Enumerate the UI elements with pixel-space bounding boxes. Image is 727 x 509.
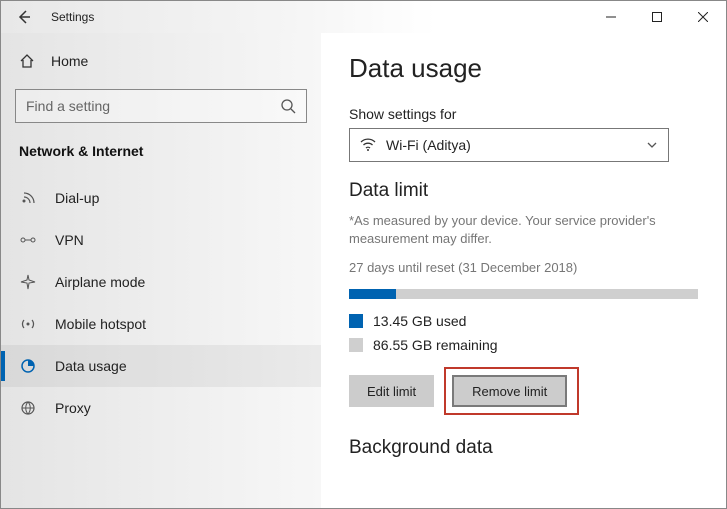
arrow-left-icon <box>16 9 32 25</box>
legend-remaining: 86.55 GB remaining <box>349 337 698 353</box>
search-box[interactable] <box>15 89 307 123</box>
back-button[interactable] <box>1 1 47 33</box>
nav-label: Proxy <box>55 400 91 416</box>
section-data-limit: Data limit <box>349 180 698 202</box>
sidebar-home[interactable]: Home <box>1 41 321 81</box>
vpn-icon <box>19 232 37 248</box>
show-settings-label: Show settings for <box>349 106 698 122</box>
swatch-remaining <box>349 338 363 352</box>
remove-limit-highlight: Remove limit <box>444 367 579 415</box>
dialup-icon <box>19 190 37 206</box>
proxy-icon <box>19 400 37 416</box>
sidebar-item-dialup[interactable]: Dial-up <box>1 177 321 219</box>
reset-text: 27 days until reset (31 December 2018) <box>349 260 698 275</box>
wifi-icon <box>360 138 376 152</box>
search-input[interactable] <box>26 98 280 114</box>
minimize-icon <box>606 12 616 22</box>
nav-label: Airplane mode <box>55 274 145 290</box>
sidebar-group-title: Network & Internet <box>1 137 321 177</box>
airplane-icon <box>19 274 37 290</box>
nav-label: Data usage <box>55 358 127 374</box>
sidebar-item-airplane[interactable]: Airplane mode <box>1 261 321 303</box>
hotspot-icon <box>19 316 37 332</box>
content-pane: Data usage Show settings for Wi-Fi (Adit… <box>321 33 726 508</box>
minimize-button[interactable] <box>588 1 634 33</box>
sidebar-item-proxy[interactable]: Proxy <box>1 387 321 429</box>
network-dropdown[interactable]: Wi-Fi (Aditya) <box>349 128 669 162</box>
sidebar: Home Network & Internet Dial-up VPN Airp… <box>1 33 321 508</box>
sidebar-home-label: Home <box>51 53 88 69</box>
edit-limit-button[interactable]: Edit limit <box>349 375 434 407</box>
remove-limit-button[interactable]: Remove limit <box>452 375 567 407</box>
window-title: Settings <box>51 10 94 24</box>
nav-label: Mobile hotspot <box>55 316 146 332</box>
close-icon <box>698 12 708 22</box>
nav-label: VPN <box>55 232 84 248</box>
network-selected: Wi-Fi (Aditya) <box>386 137 471 153</box>
home-icon <box>19 53 35 69</box>
nav-label: Dial-up <box>55 190 99 206</box>
used-label: 13.45 GB used <box>373 313 466 329</box>
section-background-data: Background data <box>349 437 698 459</box>
close-button[interactable] <box>680 1 726 33</box>
maximize-button[interactable] <box>634 1 680 33</box>
legend-used: 13.45 GB used <box>349 313 698 329</box>
chevron-down-icon <box>646 139 658 151</box>
usage-bar-fill <box>349 289 396 299</box>
limit-button-row: Edit limit Remove limit <box>349 367 698 415</box>
remaining-label: 86.55 GB remaining <box>373 337 498 353</box>
datausage-icon <box>19 358 37 374</box>
swatch-used <box>349 314 363 328</box>
page-title: Data usage <box>349 53 698 84</box>
maximize-icon <box>652 12 662 22</box>
limit-note: *As measured by your device. Your servic… <box>349 212 698 248</box>
sidebar-item-datausage[interactable]: Data usage <box>1 345 321 387</box>
sidebar-item-vpn[interactable]: VPN <box>1 219 321 261</box>
usage-bar <box>349 289 698 299</box>
titlebar: Settings <box>1 1 726 33</box>
sidebar-item-hotspot[interactable]: Mobile hotspot <box>1 303 321 345</box>
search-icon <box>280 98 296 114</box>
